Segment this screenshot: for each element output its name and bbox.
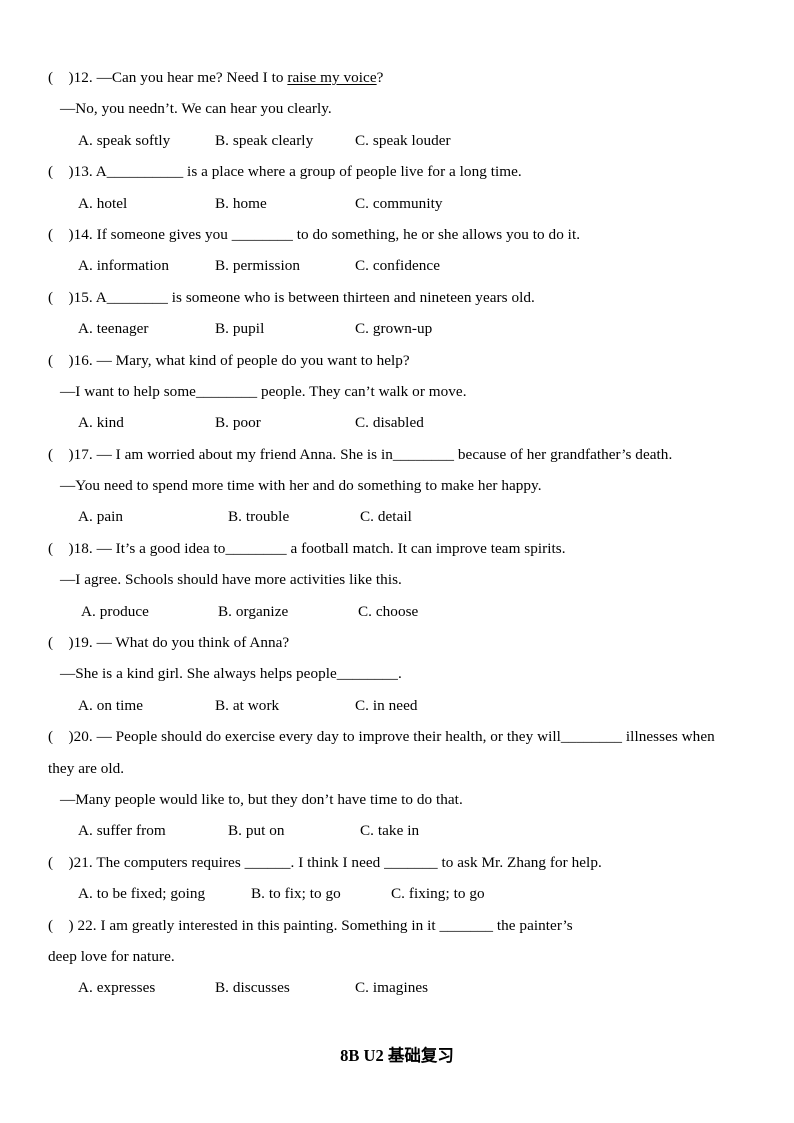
question-options-16: A. kind B. poor C. disabled [48, 407, 746, 438]
question-marker-16: ( )16. [48, 351, 93, 369]
option-16-c[interactable]: C. disabled [355, 407, 424, 438]
option-21-a[interactable]: A. to be fixed; going [78, 878, 251, 909]
option-17-a[interactable]: A. pain [78, 501, 228, 532]
question-text-14: If someone gives you ________ to do some… [92, 225, 581, 243]
question-stem-16: ( )16. — Mary, what kind of people do yo… [48, 345, 746, 376]
question-text-15: A________ is someone who is between thir… [92, 288, 535, 306]
option-14-b[interactable]: B. permission [215, 250, 355, 281]
question-options-18: A. produce B. organize C. choose [48, 596, 746, 627]
option-18-c[interactable]: C. choose [358, 596, 418, 627]
option-17-c[interactable]: C. detail [360, 501, 412, 532]
question-text-12-underlined: raise my voice [287, 69, 377, 86]
question-stem-14: ( )14. If someone gives you ________ to … [48, 219, 746, 250]
option-13-a[interactable]: A. hotel [78, 188, 215, 219]
page-footer-heading: 8B U2 基础复习 [340, 1046, 454, 1065]
question-stem-12: ( )12. —Can you hear me? Need I to raise… [48, 62, 746, 93]
question-reply-12: —No, you needn’t. We can hear you clearl… [60, 100, 332, 118]
question-options-15: A. teenager B. pupil C. grown-up [48, 313, 746, 344]
option-22-a[interactable]: A. expresses [78, 972, 215, 1003]
option-20-a[interactable]: A. suffer from [78, 815, 228, 846]
question-reply-16: —I want to help some________ people. The… [60, 382, 467, 400]
question-text-17: — I am worried about my friend Anna. She… [92, 445, 673, 463]
question-text-20: — People should do exercise every day to… [92, 728, 715, 746]
question-options-14: A. information B. permission C. confidence [48, 250, 746, 281]
option-12-b[interactable]: B. speak clearly [215, 125, 355, 156]
question-stem-15: ( )15. A________ is someone who is betwe… [48, 282, 746, 313]
question-options-20: A. suffer from B. put on C. take in [48, 815, 746, 846]
option-19-c[interactable]: C. in need [355, 690, 418, 721]
option-18-a[interactable]: A. produce [81, 596, 218, 627]
question-marker-17: ( )17. [48, 445, 93, 463]
question-stem-19: ( )19. — What do you think of Anna? [48, 627, 746, 658]
question-marker-20: ( )20. [48, 728, 93, 746]
option-13-c[interactable]: C. community [355, 188, 443, 219]
question-stem-20: ( )20. — People should do exercise every… [48, 721, 746, 752]
question-reply-19: —She is a kind girl. She always helps pe… [60, 665, 402, 683]
option-22-c[interactable]: C. imagines [355, 972, 428, 1003]
option-17-b[interactable]: B. trouble [228, 501, 360, 532]
question-options-22: A. expresses B. discusses C. imagines [48, 972, 746, 1003]
option-15-c[interactable]: C. grown-up [355, 313, 432, 344]
question-stem-18: ( )18. — It’s a good idea to________ a f… [48, 533, 746, 564]
question-list: ( )12. —Can you hear me? Need I to raise… [48, 62, 746, 1004]
question-options-17: A. pain B. trouble C. detail [48, 501, 746, 532]
option-14-a[interactable]: A. information [78, 250, 215, 281]
question-text-19: — What do you think of Anna? [92, 634, 290, 652]
question-stem-22: ( ) 22. I am greatly interested in this … [48, 910, 746, 941]
option-19-a[interactable]: A. on time [78, 690, 215, 721]
question-text-12-post: ? [376, 69, 384, 86]
question-options-12: A. speak softly B. speak clearly C. speak … [48, 125, 746, 156]
option-12-c[interactable]: C. speak louder [355, 125, 451, 156]
option-15-b[interactable]: B. pupil [215, 313, 355, 344]
question-options-13: A. hotel B. home C. community [48, 188, 746, 219]
question-text-13: A__________ is a place where a group of … [92, 163, 522, 181]
question-text-18: — It’s a good idea to________ a football… [92, 539, 566, 557]
question-reply-17: —You need to spend more time with her an… [60, 477, 542, 495]
question-options-19: A. on time B. at work C. in need [48, 690, 746, 721]
option-19-b[interactable]: B. at work [215, 690, 355, 721]
question-marker-14: ( )14. [48, 225, 93, 243]
option-13-b[interactable]: B. home [215, 188, 355, 219]
option-15-a[interactable]: A. teenager [78, 313, 215, 344]
question-marker-13: ( )13. [48, 163, 93, 181]
question-text-12-pre: —Can you hear me? Need I to [92, 69, 288, 86]
question-reply-18: —I agree. Schools should have more activ… [60, 571, 402, 589]
question-stem-20-continuation: they are old. [48, 759, 125, 777]
question-text-16: — Mary, what kind of people do you want … [92, 351, 410, 369]
question-text-22: I am greatly interested in this painting… [96, 916, 573, 934]
option-22-b[interactable]: B. discusses [215, 972, 355, 1003]
question-marker-19: ( )19. [48, 634, 93, 652]
question-stem-13: ( )13. A__________ is a place where a gr… [48, 156, 746, 187]
question-stem-21: ( )21. The computers requires ______. I … [48, 847, 746, 878]
question-stem-22-continuation: deep love for nature. [48, 947, 175, 965]
option-20-b[interactable]: B. put on [228, 815, 360, 846]
option-20-c[interactable]: C. take in [360, 815, 419, 846]
worksheet-page: ( )12. —Can you hear me? Need I to raise… [0, 0, 794, 1123]
option-21-b[interactable]: B. to fix; to go [251, 878, 391, 909]
question-marker-21: ( )21. [48, 853, 93, 871]
question-marker-18: ( )18. [48, 539, 93, 557]
question-marker-12: ( )12. [48, 69, 93, 86]
question-reply-20: —Many people would like to, but they don… [60, 790, 463, 808]
question-marker-15: ( )15. [48, 288, 93, 306]
question-marker-22: ( ) 22. [48, 916, 97, 934]
question-stem-17: ( )17. — I am worried about my friend An… [48, 439, 746, 470]
option-12-a[interactable]: A. speak softly [78, 125, 215, 156]
question-text-21: The computers requires ______. I think I… [92, 853, 602, 871]
question-options-21: A. to be fixed; going B. to fix; to go C. … [48, 878, 746, 909]
option-18-b[interactable]: B. organize [218, 596, 358, 627]
option-14-c[interactable]: C. confidence [355, 250, 440, 281]
option-16-b[interactable]: B. poor [215, 407, 355, 438]
option-16-a[interactable]: A. kind [78, 407, 215, 438]
option-21-c[interactable]: C. fixing; to go [391, 878, 485, 909]
